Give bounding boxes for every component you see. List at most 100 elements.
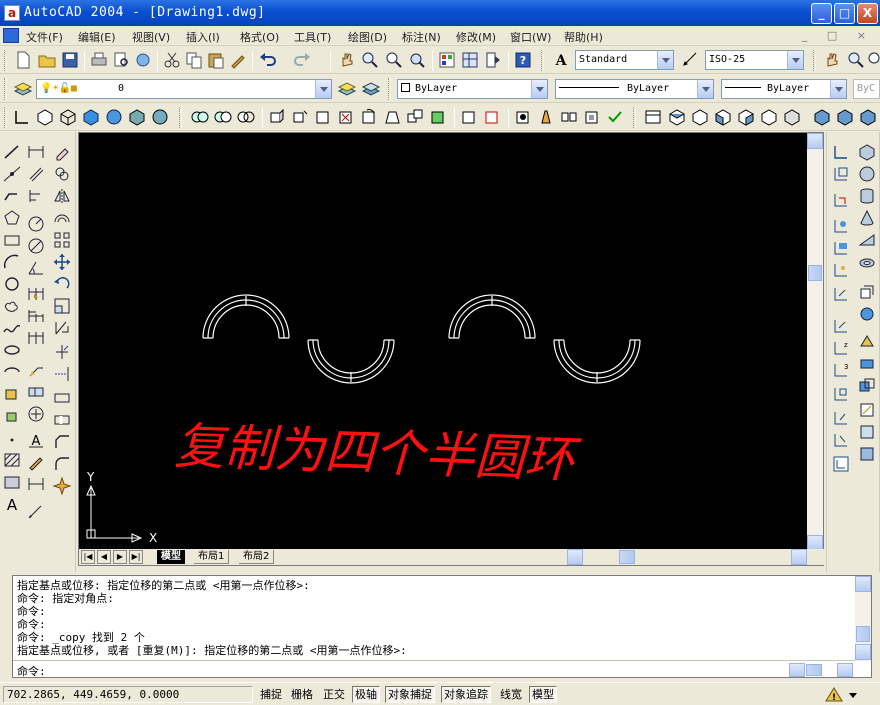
horizontal-scroll-thumb[interactable] — [619, 550, 635, 564]
chamfer-icon[interactable] — [52, 432, 72, 452]
sw-iso-view-icon[interactable] — [812, 107, 832, 127]
match-properties-icon[interactable] — [228, 50, 248, 70]
arc-icon[interactable] — [2, 252, 22, 272]
lineweight-select[interactable]: ByLayer — [721, 79, 847, 99]
union-icon[interactable] — [190, 107, 210, 127]
flat-shaded-icon[interactable] — [81, 107, 101, 127]
layer-manager-icon[interactable] — [13, 79, 33, 99]
check-icon[interactable] — [605, 107, 625, 127]
setup-drawing-icon[interactable] — [857, 400, 877, 420]
menu-dimension[interactable]: 标注(N) — [402, 29, 441, 45]
status-menu-chevron-icon[interactable] — [848, 690, 858, 700]
scale-icon[interactable] — [52, 296, 72, 316]
offset-icon[interactable] — [52, 208, 72, 228]
continue-dimension-icon[interactable] — [26, 328, 46, 348]
subtract-icon[interactable] — [213, 107, 233, 127]
redo-icon[interactable] — [292, 50, 312, 70]
scroll-up-button[interactable] — [807, 133, 823, 149]
linetype-select[interactable]: ByLayer — [555, 79, 714, 99]
move-faces-icon[interactable] — [290, 107, 310, 127]
taper-faces-icon[interactable] — [382, 107, 402, 127]
color-faces-icon[interactable] — [428, 107, 448, 127]
ucs-y-icon[interactable]: 3 — [831, 360, 851, 380]
dimension-edit-icon[interactable]: A — [26, 430, 46, 450]
chevron-down-icon[interactable] — [315, 80, 331, 98]
ucs-zaxis-icon[interactable] — [831, 284, 851, 304]
model-toggle[interactable]: 模型 — [529, 686, 557, 703]
dimension-style-select[interactable]: ISO-25 — [705, 50, 804, 70]
tolerance-icon[interactable] — [26, 382, 46, 402]
hatch-icon[interactable] — [2, 450, 22, 470]
design-center-icon[interactable] — [460, 50, 480, 70]
maximize-button[interactable]: □ — [834, 3, 855, 24]
pan-realtime-icon[interactable] — [337, 50, 357, 70]
circle-icon[interactable] — [2, 274, 22, 294]
bottom-view-icon[interactable] — [690, 107, 710, 127]
chevron-down-icon[interactable] — [697, 80, 713, 98]
left-view-icon[interactable] — [713, 107, 733, 127]
hide-icon[interactable] — [35, 107, 55, 127]
next-tab-button[interactable]: ▶ — [113, 550, 127, 564]
command-scroll-thumb[interactable] — [856, 626, 870, 642]
toolbar-grip[interactable] — [4, 107, 7, 128]
menu-insert[interactable]: 插入(I) — [186, 29, 220, 45]
erase-icon[interactable] — [52, 142, 72, 162]
back-view-icon[interactable] — [782, 107, 802, 127]
zoom-extra-icon[interactable] — [866, 50, 880, 70]
cut-icon[interactable] — [162, 50, 182, 70]
print-icon[interactable] — [89, 50, 109, 70]
insert-block-icon[interactable] — [2, 384, 22, 404]
trim-icon[interactable] — [52, 342, 72, 362]
revolve-icon[interactable] — [857, 304, 877, 324]
offset-faces-icon[interactable] — [313, 107, 333, 127]
last-tab-button[interactable]: ▶| — [129, 550, 143, 564]
model-space-canvas[interactable]: 复制为四个半圆环 Y X — [79, 133, 809, 551]
ucs-icon[interactable] — [12, 107, 32, 127]
dimension-style-icon[interactable] — [681, 50, 701, 70]
vertical-scroll-thumb[interactable] — [808, 265, 822, 281]
ucs-3point-icon[interactable] — [831, 316, 851, 336]
toolbar-grip[interactable] — [388, 78, 391, 100]
menu-help[interactable]: 帮助(H) — [564, 29, 603, 45]
delete-faces-icon[interactable] — [336, 107, 356, 127]
zoom-realtime-icon[interactable] — [360, 50, 380, 70]
ucs-world-icon[interactable] — [831, 142, 851, 162]
new-file-icon[interactable] — [13, 50, 33, 70]
menu-draw[interactable]: 绘图(D) — [348, 29, 387, 45]
baseline-dimension-icon[interactable] — [26, 306, 46, 326]
communication-center-icon[interactable]: ! — [824, 686, 844, 703]
chevron-down-icon[interactable] — [787, 51, 803, 69]
zoom-icon[interactable] — [846, 50, 866, 70]
wedge-icon[interactable] — [857, 230, 877, 250]
construction-line-icon[interactable] — [2, 164, 22, 184]
menu-view[interactable]: 视图(V) — [132, 29, 170, 45]
toolbar-grip[interactable] — [4, 50, 7, 71]
explode-icon[interactable] — [52, 476, 72, 496]
extend-icon[interactable] — [52, 364, 72, 384]
color-select[interactable]: ByLayer — [397, 79, 548, 99]
make-block-icon[interactable] — [2, 406, 22, 426]
extrude-icon[interactable] — [857, 282, 877, 302]
lineweight-toggle[interactable]: 线宽 — [497, 686, 525, 703]
diameter-dimension-icon[interactable] — [26, 236, 46, 256]
spline-icon[interactable] — [2, 318, 22, 338]
command-hscroll-right[interactable] — [837, 663, 853, 677]
ne-iso-view-icon[interactable] — [858, 107, 878, 127]
tab-layout1[interactable]: 布局1 — [194, 550, 230, 564]
command-scrollbar[interactable] — [855, 576, 871, 661]
first-tab-button[interactable]: |◀ — [81, 550, 95, 564]
sphere-icon[interactable] — [857, 164, 877, 184]
region-icon[interactable] — [2, 472, 22, 492]
ortho-toggle[interactable]: 正交 — [320, 686, 348, 703]
named-views-icon[interactable] — [643, 107, 663, 127]
quick-leader-icon[interactable] — [26, 360, 46, 380]
point-icon[interactable] — [2, 428, 22, 448]
box-icon[interactable] — [857, 142, 877, 162]
ucs-object-icon[interactable] — [831, 216, 851, 236]
angular-dimension-icon[interactable] — [26, 258, 46, 278]
document-icon[interactable] — [3, 28, 19, 43]
mirror-icon[interactable] — [52, 186, 72, 206]
menu-modify[interactable]: 修改(M) — [456, 29, 496, 45]
layer-previous-icon[interactable] — [361, 79, 381, 99]
ucs-x-icon[interactable]: z — [831, 338, 851, 358]
